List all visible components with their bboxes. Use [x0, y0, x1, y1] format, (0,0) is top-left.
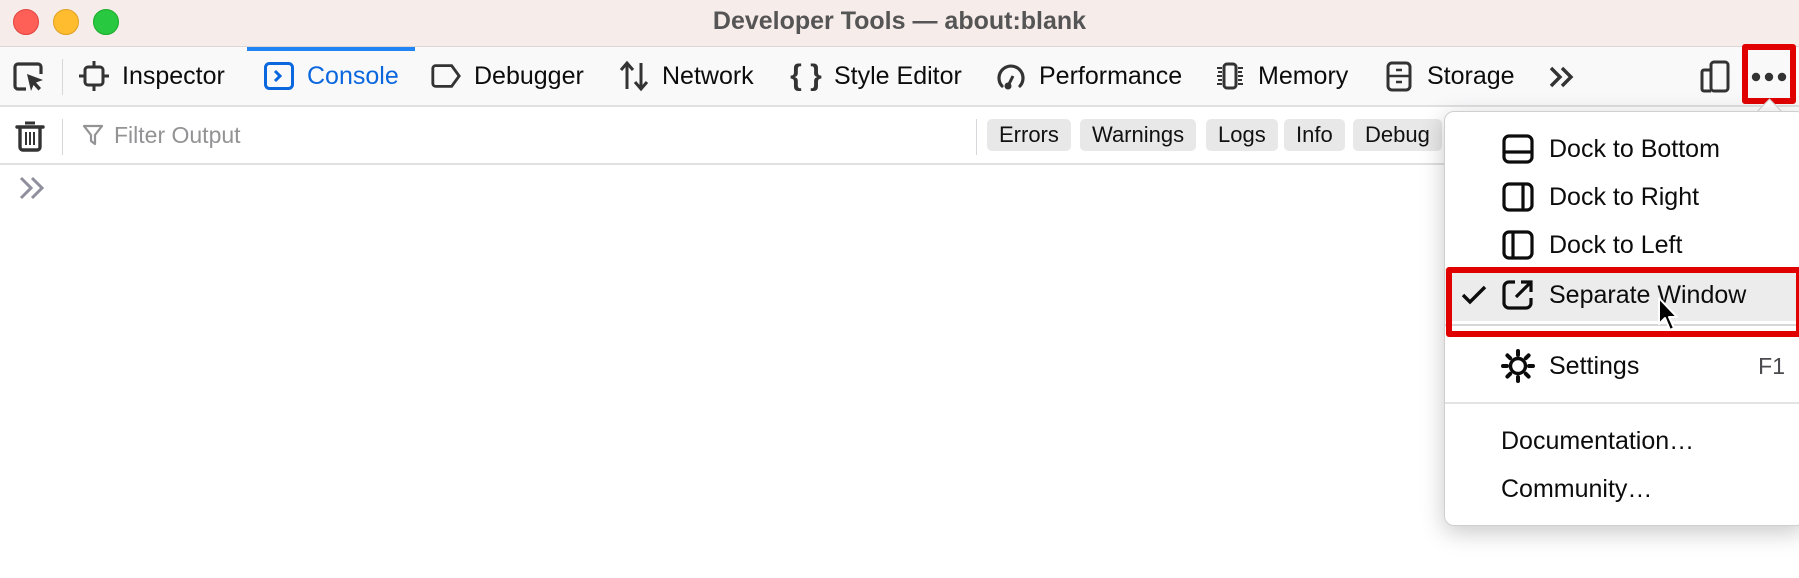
menu-item-label: Dock to Left	[1549, 230, 1683, 259]
menu-item-label: Community…	[1501, 474, 1653, 503]
menu-item-documentation[interactable]: Documentation…	[1445, 417, 1799, 465]
chevrons-right-icon	[1549, 66, 1574, 88]
tab-network[interactable]: Network	[618, 47, 754, 105]
menu-item-label: Dock to Bottom	[1549, 134, 1720, 163]
highlight-more-options	[1742, 44, 1796, 104]
tab-label: Inspector	[122, 61, 225, 90]
responsive-design-icon	[1700, 60, 1730, 93]
console-icon	[263, 60, 295, 92]
filter-icon	[82, 124, 104, 146]
tab-label: Storage	[1427, 61, 1515, 90]
tab-performance[interactable]: Performance	[995, 47, 1182, 105]
element-picker-icon	[13, 62, 43, 91]
tab-label: Debugger	[474, 61, 584, 90]
devtools-toolbar: Inspector Console Debugger Network { } S…	[0, 47, 1799, 107]
dock-bottom-icon	[1502, 134, 1534, 164]
trash-icon	[15, 121, 45, 152]
filterbar-separator	[62, 119, 63, 155]
window-title: Developer Tools — about:blank	[712, 7, 1087, 35]
storage-icon	[1383, 60, 1415, 92]
clear-console-button[interactable]	[14, 119, 46, 153]
mouse-cursor-icon	[1658, 297, 1678, 331]
debugger-icon	[430, 60, 462, 92]
menu-item-label: Settings	[1549, 351, 1640, 380]
tab-debugger[interactable]: Debugger	[430, 47, 584, 105]
tab-label: Memory	[1258, 61, 1349, 90]
tab-label: Style Editor	[834, 61, 962, 90]
menu-item-shortcut: F1	[1758, 352, 1785, 379]
gear-icon	[1501, 349, 1535, 383]
tab-label: Performance	[1039, 61, 1183, 90]
tab-overflow-button[interactable]	[1544, 57, 1580, 97]
filter-output-field[interactable]	[82, 115, 962, 155]
element-picker-button[interactable]	[12, 60, 46, 94]
toolbar-separator	[62, 59, 63, 95]
menu-item-dock-left[interactable]: Dock to Left	[1445, 221, 1799, 269]
console-prompt-icon	[19, 176, 45, 200]
filter-chip-errors[interactable]: Errors	[987, 119, 1071, 151]
title-bar: Developer Tools — about:blank	[0, 0, 1799, 47]
dock-right-icon	[1502, 182, 1534, 212]
tab-storage[interactable]: Storage	[1383, 47, 1515, 105]
inspector-icon	[78, 60, 110, 92]
menu-item-community[interactable]: Community…	[1445, 465, 1799, 513]
tab-inspector[interactable]: Inspector	[78, 47, 225, 105]
console-input-prompt[interactable]	[18, 175, 48, 201]
responsive-design-button[interactable]	[1696, 57, 1734, 97]
tab-style-editor[interactable]: { } Style Editor	[790, 47, 962, 105]
menu-item-settings[interactable]: Settings F1	[1445, 342, 1799, 390]
filter-chip-logs[interactable]: Logs	[1206, 119, 1278, 151]
memory-icon	[1214, 60, 1246, 92]
filter-chip-info[interactable]: Info	[1284, 119, 1345, 151]
dock-left-icon	[1502, 230, 1534, 260]
filterbar-separator	[976, 119, 977, 155]
highlight-separate-window	[1446, 267, 1799, 337]
tab-label: Console	[307, 61, 399, 90]
performance-icon	[995, 60, 1027, 92]
menu-item-dock-bottom[interactable]: Dock to Bottom	[1445, 125, 1799, 173]
filter-chip-warnings[interactable]: Warnings	[1080, 119, 1197, 151]
menu-item-label: Documentation…	[1501, 426, 1695, 455]
menu-item-dock-right[interactable]: Dock to Right	[1445, 173, 1799, 221]
menu-item-label: Dock to Right	[1549, 182, 1700, 211]
tab-label: Network	[662, 61, 754, 90]
tab-console[interactable]: Console	[247, 47, 415, 105]
tab-memory[interactable]: Memory	[1214, 47, 1348, 105]
network-icon	[618, 60, 650, 92]
filter-chip-debug[interactable]: Debug	[1353, 119, 1442, 151]
style-editor-icon: { }	[790, 59, 822, 92]
filter-output-input[interactable]	[112, 120, 916, 150]
menu-separator	[1445, 402, 1799, 404]
